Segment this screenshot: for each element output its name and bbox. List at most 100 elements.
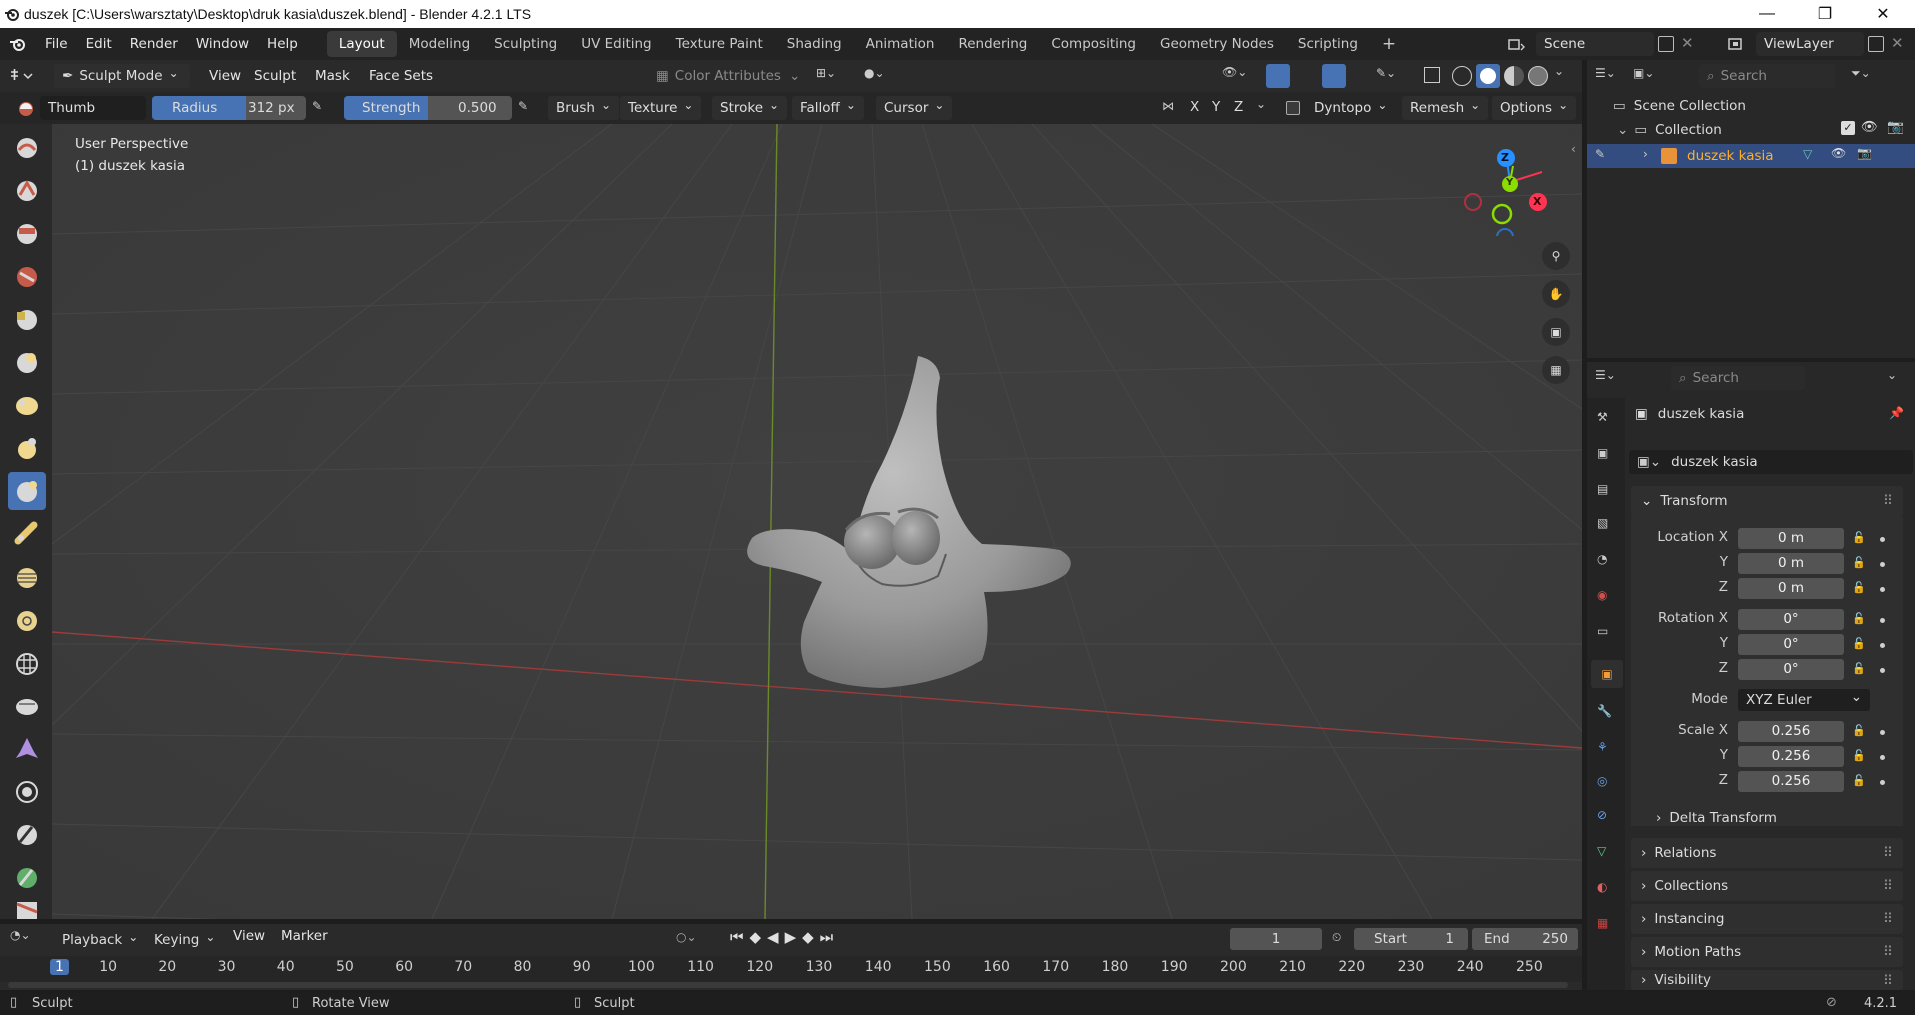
scene-tab-icon[interactable]: ◔ xyxy=(1597,552,1607,566)
draw-brush-icon[interactable] xyxy=(8,128,46,166)
menu-window[interactable]: Window xyxy=(187,28,258,60)
dyntopo-checkbox[interactable] xyxy=(1286,101,1300,115)
lock-icon[interactable]: 🔓 xyxy=(1852,612,1866,626)
blender-menu-icon[interactable] xyxy=(0,36,36,52)
rotation-y-field[interactable]: 0° xyxy=(1738,634,1844,655)
end-frame-field[interactable]: End 250 xyxy=(1472,928,1578,950)
gizmo-toggle-icon[interactable] xyxy=(1266,64,1290,88)
rendered-shading-icon[interactable] xyxy=(1528,66,1548,86)
brush-name-field[interactable]: Thumb xyxy=(40,96,146,120)
keyframe-dot-icon[interactable] xyxy=(1880,730,1885,735)
properties-search-input[interactable]: ⌕ Search xyxy=(1671,366,1805,390)
object-tab-icon[interactable]: ▣ xyxy=(1591,660,1623,688)
object-visibility-icon[interactable]: 👁 xyxy=(1831,146,1846,160)
pin-icon[interactable]: 📌 xyxy=(1889,406,1904,420)
display-mode-icon[interactable]: ▣⌄ xyxy=(1633,66,1654,80)
strength-slider[interactable]: Strength 0.500 xyxy=(344,96,512,120)
tab-rendering[interactable]: Rendering xyxy=(946,31,1039,57)
restore-icon[interactable]: ❐ xyxy=(1796,0,1854,28)
grab-brush-icon[interactable] xyxy=(8,687,46,725)
symmetry-icon[interactable]: ⋈ xyxy=(1162,99,1174,113)
properties-options-icon[interactable]: ⌄ xyxy=(1887,368,1897,382)
object-row[interactable]: ✎ › duszek kasia ▽ 👁 📷 xyxy=(1587,144,1915,168)
radius-slider[interactable]: Radius 312 px xyxy=(152,96,306,120)
sidebar-toggle-icon[interactable]: ‹ xyxy=(1571,142,1576,156)
menu-face-sets[interactable]: Face Sets xyxy=(360,60,442,92)
new-scene-icon[interactable] xyxy=(1658,36,1674,52)
remesh-menu[interactable]: Remesh xyxy=(1402,96,1489,120)
keyframe-dot-icon[interactable] xyxy=(1880,562,1885,567)
brush-menu[interactable]: Brush xyxy=(548,96,620,120)
keyframe-dot-icon[interactable] xyxy=(1880,643,1885,648)
stroke-menu[interactable]: Stroke xyxy=(712,96,788,120)
data-tab-icon[interactable]: ▽ xyxy=(1597,844,1606,858)
properties-editor-type-icon[interactable]: ☰⌄ xyxy=(1595,368,1616,382)
frame-ruler[interactable]: 1 10 20 30 40 50 60 70 80 90 100 110 120 130 140 150 160… xyxy=(0,956,1582,982)
draw-sharp-brush-icon[interactable] xyxy=(8,171,46,209)
physics-tab-icon[interactable]: ◎ xyxy=(1597,774,1607,788)
lock-icon[interactable]: 🔓 xyxy=(1852,774,1866,788)
tab-scripting[interactable]: Scripting xyxy=(1286,31,1370,57)
rotation-mode-dropdown[interactable]: XYZ Euler ⌄ xyxy=(1738,689,1870,711)
auto-keying-icon[interactable]: ○⌄ xyxy=(676,930,697,944)
collection-render-icon[interactable]: 📷 xyxy=(1887,119,1904,135)
snake-hook-brush-icon[interactable] xyxy=(8,730,46,768)
menu-mask[interactable]: Mask xyxy=(306,60,359,92)
face-set-brush-icon[interactable] xyxy=(8,859,46,897)
crease-brush-icon[interactable] xyxy=(8,429,46,467)
view-layer-icon[interactable] xyxy=(1722,33,1754,55)
object-name-field[interactable]: ▣⌄ duszek kasia xyxy=(1629,450,1913,474)
menu-file[interactable]: File xyxy=(36,28,77,60)
keyframe-dot-icon[interactable] xyxy=(1880,755,1885,760)
pinch-brush-icon[interactable] xyxy=(8,644,46,682)
start-frame-field[interactable]: Start 1 xyxy=(1354,928,1468,950)
menu-sculpt[interactable]: Sculpt xyxy=(245,60,305,92)
relations-panel[interactable]: › Relations ⠿ xyxy=(1631,838,1903,868)
timeline-editor-type-icon[interactable]: ◔⌄ xyxy=(10,928,31,942)
tab-modeling[interactable]: Modeling xyxy=(397,31,482,57)
lock-icon[interactable]: 🔓 xyxy=(1852,749,1866,763)
layer-brush-icon[interactable] xyxy=(8,300,46,338)
add-workspace-icon[interactable]: + xyxy=(1370,31,1408,57)
collection-checkbox[interactable]: ✓ xyxy=(1841,121,1855,135)
mode-selector[interactable]: ✒ Sculpt Mode xyxy=(54,64,190,88)
tab-geometry-nodes[interactable]: Geometry Nodes xyxy=(1148,31,1286,57)
lock-icon[interactable]: 🔓 xyxy=(1852,724,1866,738)
drag-handle-icon[interactable]: ⠿ xyxy=(1883,493,1893,509)
current-frame-indicator[interactable]: 1 xyxy=(50,959,69,975)
blob-brush-icon[interactable] xyxy=(8,386,46,424)
transform-panel-header[interactable]: ⌄ Transform ⠿ xyxy=(1631,486,1903,516)
view-layer-field[interactable]: ViewLayer xyxy=(1756,32,1864,56)
menu-help[interactable]: Help xyxy=(258,28,307,60)
delete-scene-icon[interactable]: ✕ xyxy=(1681,34,1694,52)
timeline-view-menu[interactable]: View xyxy=(224,920,274,952)
timeline-scrollbar[interactable] xyxy=(8,982,1568,988)
lock-icon[interactable]: 🔓 xyxy=(1852,556,1866,570)
snap-icon[interactable]: ●⌄ xyxy=(864,66,885,80)
keyframe-dot-icon[interactable] xyxy=(1880,587,1885,592)
edit-pencil-icon[interactable]: ✎ xyxy=(1595,147,1605,161)
view-layer-tab-icon[interactable]: ▧ xyxy=(1597,516,1608,530)
pan-hand-icon[interactable]: ✋ xyxy=(1542,280,1570,308)
instancing-panel[interactable]: › Instancing ⠿ xyxy=(1631,904,1903,934)
keyframe-dot-icon[interactable] xyxy=(1880,668,1885,673)
navigation-gizmo[interactable]: X Z Y xyxy=(1462,136,1562,246)
shading-options-icon[interactable]: ⌄ xyxy=(1554,64,1564,78)
constraints-tab-icon[interactable]: ⊘ xyxy=(1597,808,1607,822)
tab-sculpting[interactable]: Sculpting xyxy=(482,31,569,57)
menu-render[interactable]: Render xyxy=(121,28,187,60)
ortho-grid-icon[interactable]: ▦ xyxy=(1542,356,1570,384)
transform-pivot-icon[interactable]: ⊞⌄ xyxy=(816,66,836,80)
outliner-editor-type-icon[interactable]: ☰⌄ xyxy=(1595,66,1616,80)
current-frame-field[interactable]: 1 xyxy=(1230,928,1322,950)
paint-brush-icon[interactable] xyxy=(8,902,46,919)
motion-paths-panel[interactable]: › Motion Paths ⠿ xyxy=(1631,937,1903,967)
falloff-menu[interactable]: Falloff xyxy=(792,96,864,120)
close-icon[interactable]: ✕ xyxy=(1854,0,1912,28)
particles-tab-icon[interactable]: ⚘ xyxy=(1597,740,1608,754)
texture-tab-icon[interactable]: ▦ xyxy=(1597,916,1608,930)
delete-view-layer-icon[interactable]: ✕ xyxy=(1891,34,1904,52)
render-tab-icon[interactable]: ▣ xyxy=(1597,446,1608,460)
tab-shading[interactable]: Shading xyxy=(775,31,854,57)
playback-controls[interactable]: ⏮◆◀▶◆⏭ xyxy=(730,928,839,946)
